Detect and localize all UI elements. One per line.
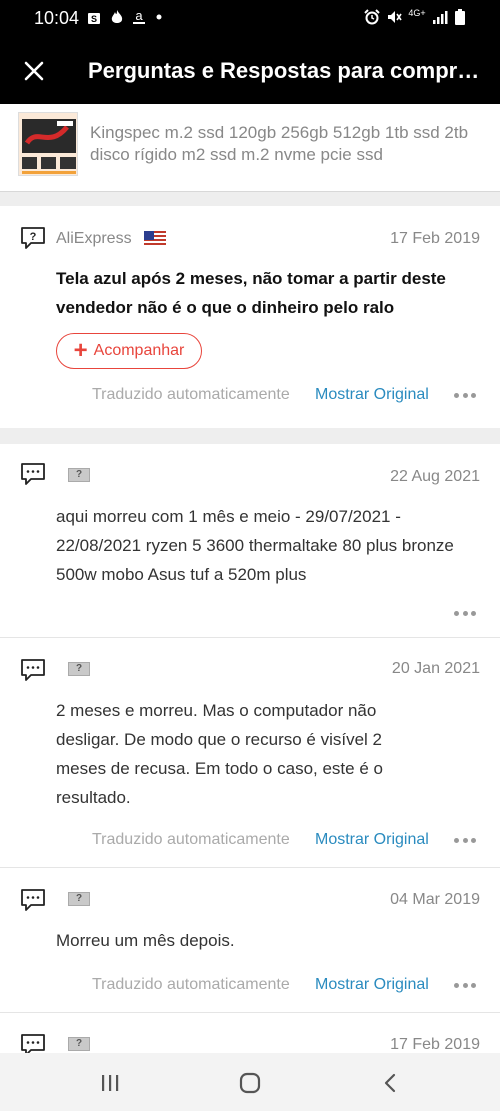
section-gap bbox=[0, 192, 500, 206]
back-icon bbox=[384, 1073, 396, 1093]
recent-apps-button[interactable] bbox=[90, 1069, 130, 1097]
answer-icon bbox=[21, 659, 45, 681]
answer-icon bbox=[21, 463, 45, 485]
answer-text: aqui morreu com 1 mês e meio - 29/07/202… bbox=[56, 507, 454, 584]
amazon-icon: a bbox=[133, 9, 145, 24]
system-nav-bar bbox=[0, 1053, 500, 1111]
plus-icon: + bbox=[73, 337, 88, 364]
avatar: ? bbox=[68, 1037, 90, 1051]
question-text: Tela azul após 2 meses, não tomar a part… bbox=[56, 269, 446, 317]
answer-icon bbox=[21, 1034, 45, 1053]
avatar: ? bbox=[68, 662, 90, 676]
status-bar: 10:04 S a 4G+ bbox=[0, 0, 500, 38]
answer-card: ? 17 Feb 2019 bbox=[0, 1013, 500, 1053]
status-time: 10:04 bbox=[34, 8, 80, 28]
show-original-link[interactable]: Mostrar Original bbox=[315, 976, 429, 994]
answer-card: ? 20 Jan 2021 2 meses e morreu. Mas o co… bbox=[0, 638, 500, 867]
dot-icon bbox=[156, 14, 162, 20]
more-options-icon[interactable] bbox=[454, 609, 476, 617]
answer-text: 2 meses e morreu. Mas o computador não d… bbox=[56, 701, 383, 807]
answer-card: ? 04 Mar 2019 Morreu um mês depois. Trad… bbox=[0, 868, 500, 1012]
follow-label: Acompanhar bbox=[93, 342, 185, 359]
answer-date: 04 Mar 2019 bbox=[390, 891, 480, 908]
more-options-icon[interactable] bbox=[454, 981, 476, 989]
product-title: Kingspec m.2 ssd 120gb 256gb 512gb 1tb s… bbox=[90, 123, 469, 164]
question-author: AliExpress bbox=[56, 230, 132, 247]
avatar: ? bbox=[68, 468, 90, 482]
show-original-link[interactable]: Mostrar Original bbox=[315, 386, 429, 404]
shopping-bag-icon: S bbox=[88, 13, 100, 24]
product-summary[interactable]: Kingspec m.2 ssd 120gb 256gb 512gb 1tb s… bbox=[0, 104, 500, 192]
signal-icon bbox=[433, 11, 448, 24]
svg-text:a: a bbox=[135, 9, 143, 23]
recent-apps-icon bbox=[102, 1075, 119, 1091]
svg-text:?: ? bbox=[30, 231, 37, 243]
more-options-icon[interactable] bbox=[454, 391, 476, 399]
product-thumbnail bbox=[18, 112, 78, 176]
section-gap bbox=[0, 428, 500, 444]
mute-icon bbox=[388, 11, 402, 23]
alarm-icon bbox=[364, 9, 380, 25]
answer-date: 17 Feb 2019 bbox=[390, 1036, 480, 1053]
answer-icon bbox=[21, 889, 45, 911]
answer-text: Morreu um mês depois. bbox=[56, 931, 235, 950]
battery-icon bbox=[455, 9, 465, 25]
close-button[interactable] bbox=[18, 53, 50, 89]
4g-icon: 4G+ bbox=[408, 8, 426, 18]
auto-translated-label: Traduzido automaticamente bbox=[92, 386, 290, 403]
us-flag-icon bbox=[144, 231, 166, 247]
svg-text:S: S bbox=[91, 14, 97, 24]
home-button[interactable] bbox=[230, 1069, 270, 1097]
show-original-link[interactable]: Mostrar Original bbox=[315, 831, 429, 849]
answer-date: 20 Jan 2021 bbox=[391, 660, 480, 677]
question-icon: ? bbox=[21, 227, 45, 249]
auto-translated-label: Traduzido automaticamente bbox=[92, 831, 290, 848]
auto-translated-label: Traduzido automaticamente bbox=[92, 976, 290, 993]
status-left-icons: S a bbox=[86, 9, 164, 25]
close-icon bbox=[24, 61, 44, 81]
more-options-icon[interactable] bbox=[454, 836, 476, 844]
page-title: Perguntas e Respostas para compr… bbox=[88, 58, 480, 83]
fire-icon bbox=[111, 10, 123, 23]
question-date: 17 Feb 2019 bbox=[390, 230, 480, 247]
status-right-icons: 4G+ bbox=[364, 9, 466, 25]
app-bar: Perguntas e Respostas para compr… bbox=[0, 38, 500, 104]
answer-card: ? 22 Aug 2021 aqui morreu com 1 mês e me… bbox=[0, 444, 500, 637]
answer-date: 22 Aug 2021 bbox=[390, 468, 480, 485]
back-button[interactable] bbox=[370, 1069, 410, 1097]
avatar: ? bbox=[68, 892, 90, 906]
follow-button[interactable]: + Acompanhar bbox=[56, 333, 202, 369]
home-icon bbox=[239, 1072, 261, 1094]
